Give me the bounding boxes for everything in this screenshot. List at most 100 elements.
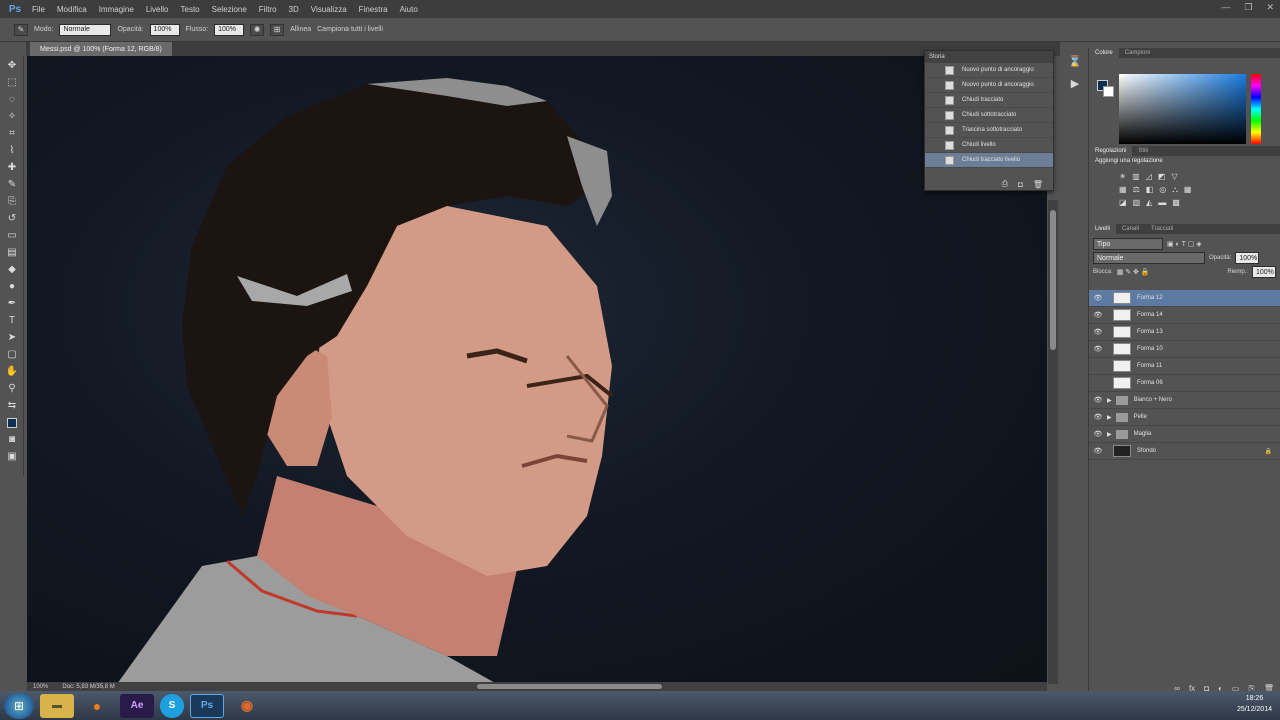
history-brush-tool-icon[interactable]: ↺ (3, 211, 21, 226)
airbrush-icon[interactable]: ✺ (250, 23, 265, 36)
new-snapshot-icon[interactable]: ⎙ (1002, 179, 1008, 189)
sample-all-layers-label[interactable]: Campiona tutti i livelli (317, 26, 383, 33)
close-button[interactable]: ✕ (1266, 2, 1274, 13)
zoom-level[interactable]: 100% (33, 684, 48, 690)
expand-arrow-icon[interactable]: ▶ (1107, 431, 1112, 438)
posterize-icon[interactable]: ▧ (1133, 198, 1141, 207)
filter-icons[interactable]: ▣ ◐ T ▢ ◈ (1167, 240, 1202, 248)
type-tool-icon[interactable]: T (3, 313, 21, 328)
layer-row[interactable]: 👁 Forma 12 (1089, 290, 1280, 307)
layer-row[interactable]: Forma 06 (1089, 375, 1280, 392)
menu-window[interactable]: Finestra (353, 5, 394, 14)
history-item[interactable]: Nuovo punto di ancoraggio (925, 78, 1053, 93)
tab-paths[interactable]: Tracciati (1145, 224, 1179, 234)
document-tab[interactable]: Messi.psd @ 100% (Forma 12, RGB/8) (30, 42, 172, 56)
align-icon[interactable]: ⊞ (270, 23, 285, 36)
eraser-tool-icon[interactable]: ▭ (3, 228, 21, 243)
firefox-taskbar-icon[interactable]: ● (80, 694, 114, 718)
color-lookup-icon[interactable]: ▦ (1184, 185, 1192, 194)
history-item[interactable]: Trascina sottotracciato (925, 123, 1053, 138)
paint-taskbar-icon[interactable]: ◉ (230, 694, 264, 718)
layer-group-row[interactable]: 👁 ▶ Pelle (1089, 409, 1280, 426)
history-item[interactable]: Chiudi livello (925, 138, 1053, 153)
menu-filter[interactable]: Filtro (253, 5, 283, 14)
menu-edit[interactable]: Modifica (51, 5, 93, 14)
skype-taskbar-icon[interactable]: S (160, 693, 184, 718)
menu-image[interactable]: Immagine (93, 5, 140, 14)
layer-row[interactable]: 👁 Forma 10 (1089, 341, 1280, 358)
shape-tool-icon[interactable]: ▢ (3, 347, 21, 362)
gradient-map-icon[interactable]: ▬ (1158, 198, 1166, 207)
opacity-field[interactable]: 100% (149, 23, 180, 36)
explorer-taskbar-icon[interactable]: ▬ (40, 693, 74, 718)
black-white-icon[interactable]: ◧ (1146, 185, 1154, 194)
tab-swatches[interactable]: Campioni (1119, 48, 1156, 58)
history-panel-icon[interactable]: ⌛ (1064, 50, 1086, 72)
start-button[interactable]: ⊞ (4, 692, 34, 719)
menu-file[interactable]: File (26, 5, 51, 14)
blur-tool-icon[interactable]: ◆ (3, 262, 21, 277)
zoom-tool-icon[interactable]: ⚲ (3, 381, 21, 396)
marquee-tool-icon[interactable]: ⬚ (3, 75, 21, 90)
brightness-icon[interactable]: ☀ (1119, 172, 1126, 181)
canvas[interactable] (27, 56, 1047, 684)
maximize-button[interactable]: ❐ (1244, 2, 1252, 13)
photoshop-taskbar-icon[interactable]: Ps (190, 693, 224, 718)
layer-filter-select[interactable]: Tipo (1093, 238, 1163, 250)
dodge-tool-icon[interactable]: ● (3, 279, 21, 294)
path-select-tool-icon[interactable]: ➤ (3, 330, 21, 345)
photo-filter-icon[interactable]: ◎ (1159, 185, 1166, 194)
curves-icon[interactable]: ◿ (1146, 172, 1152, 181)
eye-icon[interactable]: 👁 (1089, 345, 1107, 353)
layer-group-row[interactable]: 👁 ▶ Maglia (1089, 426, 1280, 443)
vibrance-icon[interactable]: ▽ (1171, 172, 1177, 181)
foreground-color-swatch[interactable] (3, 415, 21, 430)
selective-color-icon[interactable]: ▩ (1172, 198, 1180, 207)
eye-icon[interactable]: 👁 (1089, 396, 1107, 404)
tab-channels[interactable]: Canali (1116, 224, 1145, 234)
layer-row[interactable]: 👁 Forma 14 (1089, 307, 1280, 324)
pen-tool-icon[interactable]: ✒ (3, 296, 21, 311)
align-label[interactable]: Allinea (290, 26, 311, 33)
screen-mode-icon[interactable]: ▣ (3, 449, 21, 464)
menu-3d[interactable]: 3D (283, 5, 305, 14)
lasso-tool-icon[interactable]: ◌ (3, 92, 21, 107)
eye-icon[interactable]: 👁 (1089, 328, 1107, 336)
menu-type[interactable]: Testo (175, 5, 206, 14)
brush-mode-select[interactable]: Normale (59, 23, 112, 36)
history-item[interactable]: Chiudi sottotracciato (925, 108, 1053, 123)
expand-arrow-icon[interactable]: ▶ (1107, 397, 1112, 404)
quick-mask-icon[interactable]: ◙ (3, 432, 21, 447)
hue-saturation-icon[interactable]: ▦ (1119, 185, 1127, 194)
minimize-button[interactable]: — (1221, 2, 1230, 13)
tab-layers[interactable]: Livelli (1089, 224, 1117, 234)
actions-panel-icon[interactable]: ▶ (1064, 72, 1086, 94)
history-item[interactable]: Nuovo punto di ancoraggio (925, 63, 1053, 78)
layer-row[interactable]: 👁 Sfondo 🔒 (1089, 443, 1280, 460)
layer-opacity-field[interactable]: 100% (1235, 252, 1260, 264)
layer-fill-field[interactable]: 100% (1252, 266, 1276, 278)
system-tray-clock[interactable]: 18:26 25/12/2014 (1237, 693, 1272, 715)
lock-icons[interactable]: ▦ ✎ ✥ 🔒 (1117, 268, 1150, 276)
brush-tool-icon[interactable]: ✎ (14, 23, 28, 36)
eye-icon[interactable]: 👁 (1089, 294, 1107, 302)
eye-icon[interactable]: 👁 (1089, 413, 1107, 421)
after-effects-taskbar-icon[interactable]: Ae (120, 693, 154, 718)
levels-icon[interactable]: ▥ (1132, 172, 1140, 181)
eye-icon[interactable]: 👁 (1089, 311, 1107, 319)
eye-icon[interactable]: 👁 (1089, 447, 1107, 455)
vertical-scrollbar[interactable] (1048, 200, 1058, 684)
tab-adjustments[interactable]: Regolazioni (1089, 146, 1133, 156)
menu-select[interactable]: Selezione (206, 5, 253, 14)
healing-tool-icon[interactable]: ✚ (3, 160, 21, 175)
hue-slider[interactable] (1251, 74, 1261, 144)
horizontal-scroll-thumb[interactable] (477, 684, 662, 689)
layer-row[interactable]: Forma 11 (1089, 358, 1280, 375)
eyedropper-tool-icon[interactable]: ⌇ (3, 143, 21, 158)
tab-color[interactable]: Colore (1089, 48, 1119, 58)
background-color-swatch[interactable] (1103, 86, 1114, 97)
menu-layer[interactable]: Livello (140, 5, 175, 14)
history-panel-title[interactable]: Storia (925, 51, 1053, 63)
color-spectrum[interactable] (1119, 74, 1246, 144)
history-item[interactable]: Chiudi tracciato (925, 93, 1053, 108)
